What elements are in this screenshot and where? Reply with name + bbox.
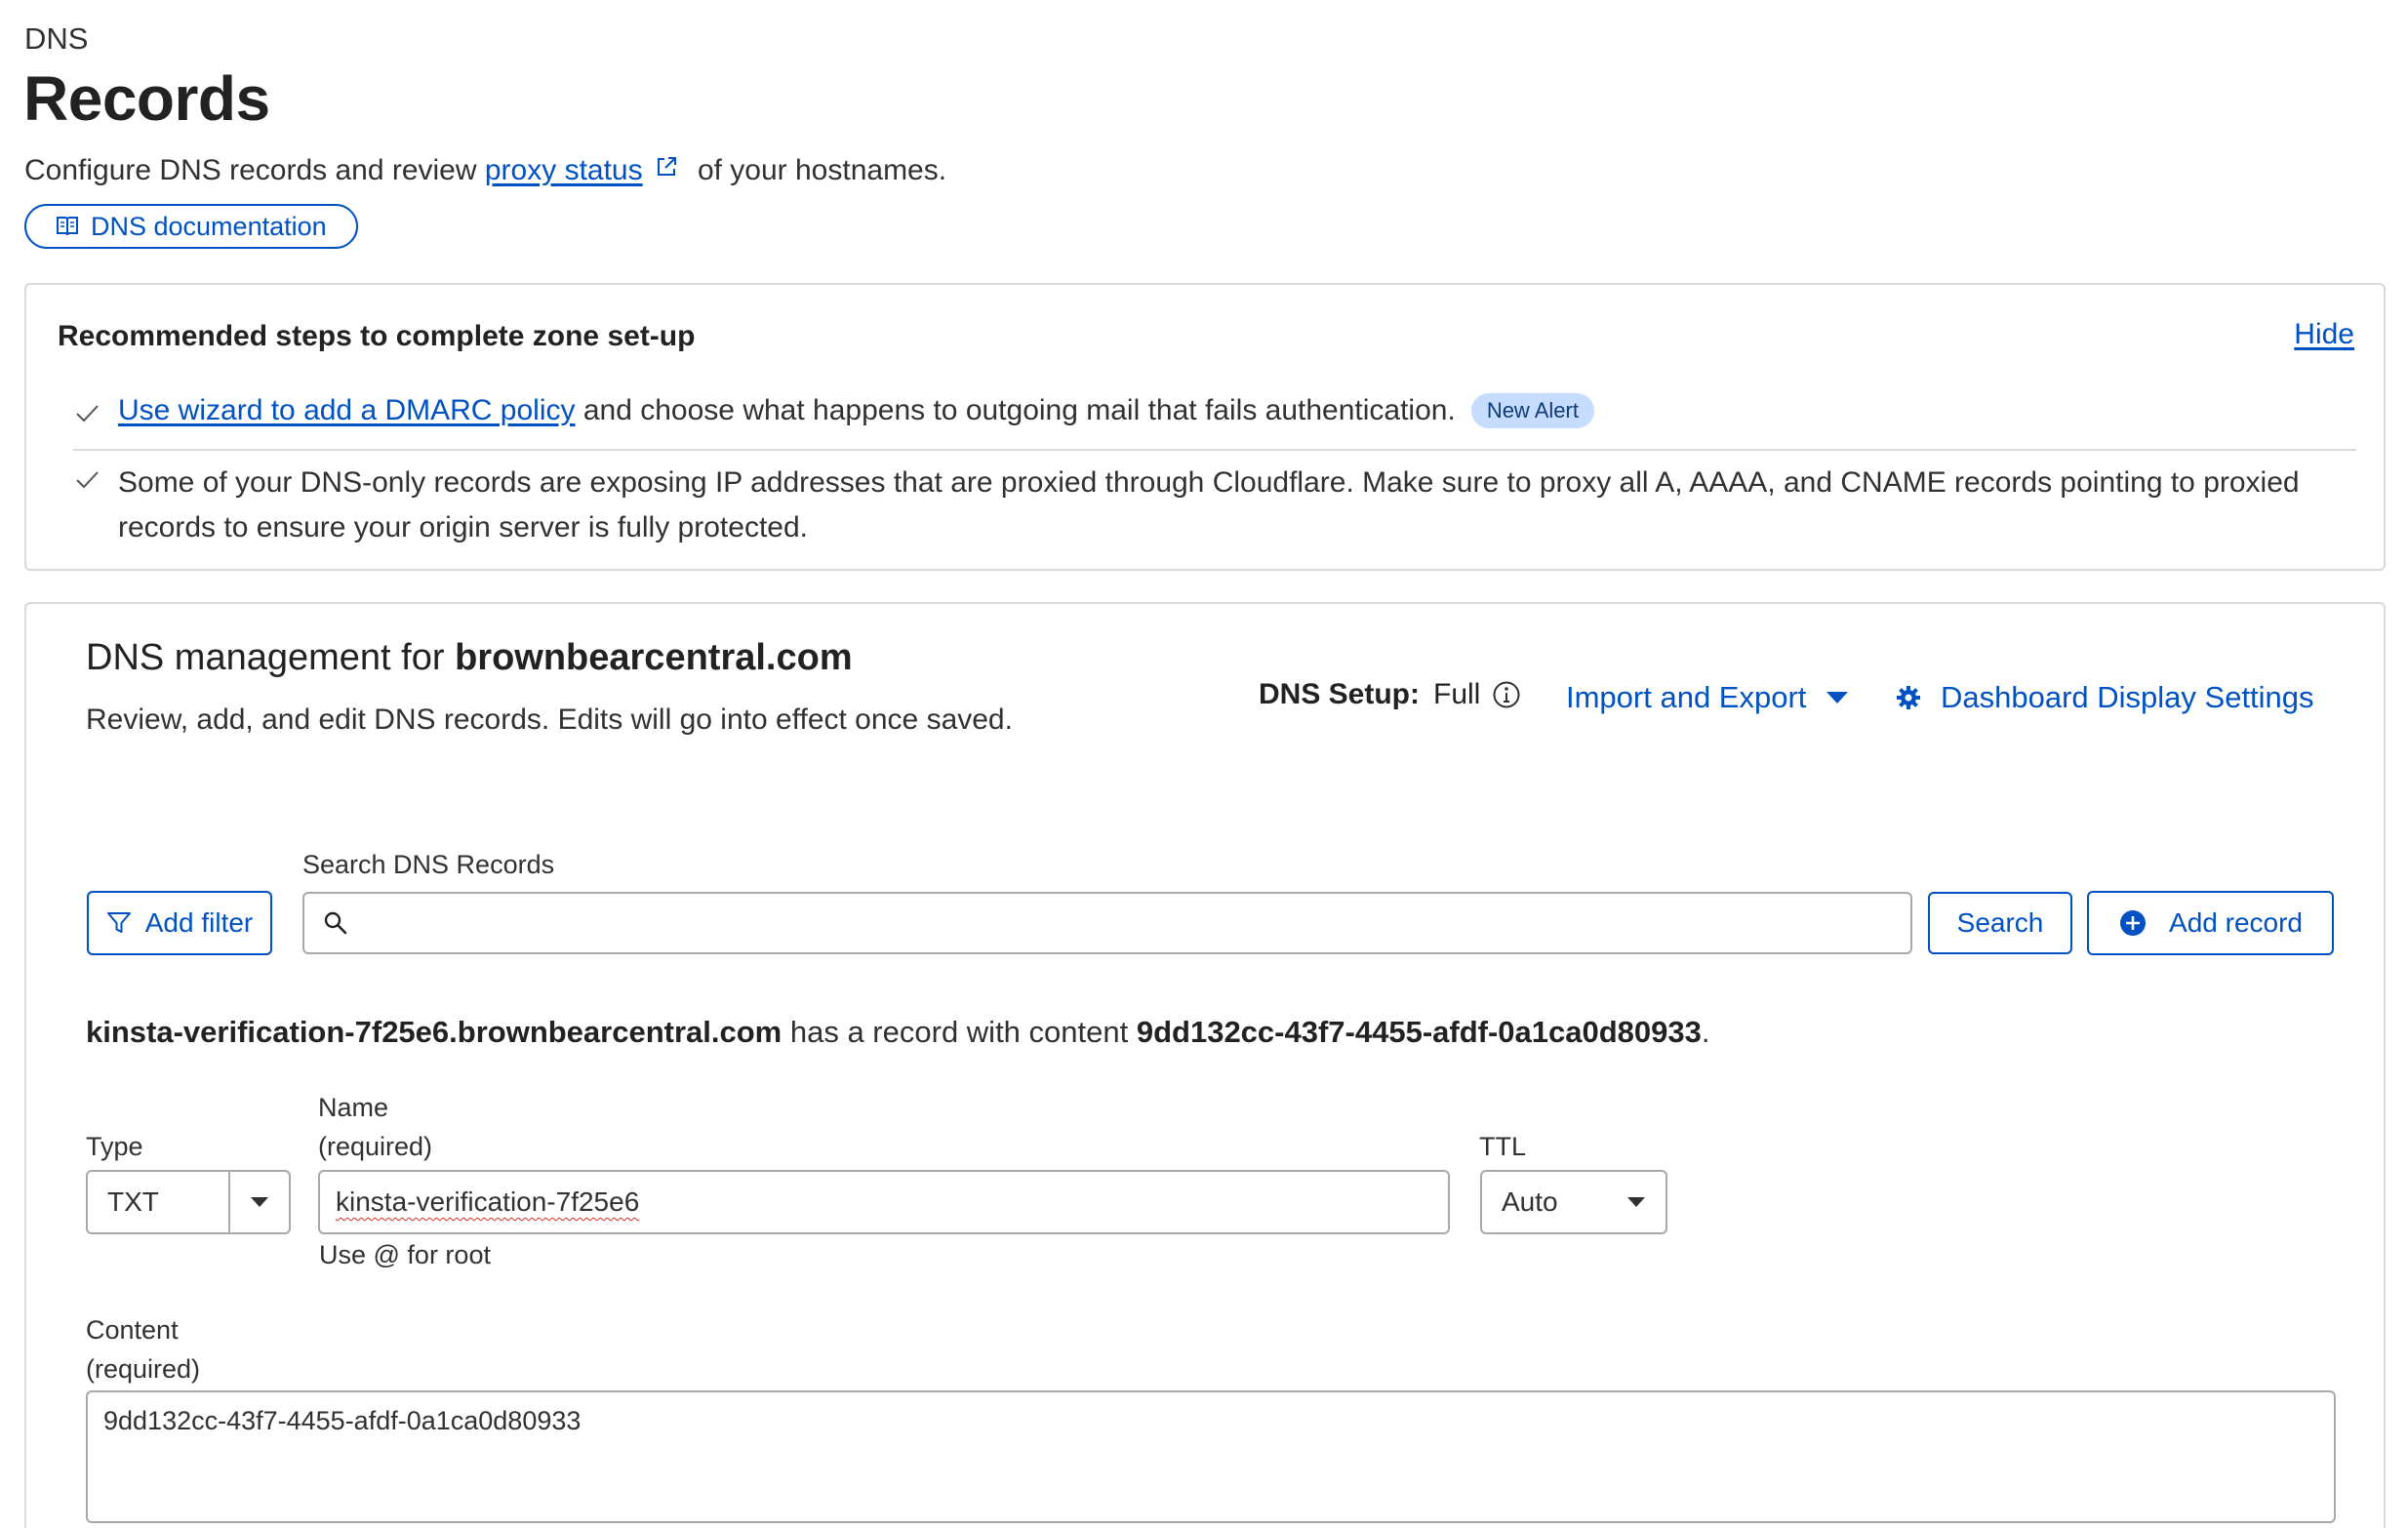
ttl-select-value: Auto (1502, 1186, 1558, 1217)
search-dns-records-label: Search DNS Records (302, 850, 555, 879)
page-title: Records (23, 63, 270, 134)
search-button[interactable]: Search (1928, 892, 2072, 954)
dashboard-display-settings-label: Dashboard Display Settings (1941, 680, 2314, 714)
check-icon (76, 471, 99, 489)
info-icon[interactable] (1492, 680, 1521, 709)
record-summary-end: . (1701, 1015, 1710, 1049)
recommended-steps-card: Recommended steps to complete zone set-u… (24, 283, 2386, 571)
dmarc-wizard-link[interactable]: Use wizard to add a DMARC policy (118, 394, 576, 426)
add-filter-label: Add filter (144, 907, 254, 938)
recommended-steps-title: Recommended steps to complete zone set-u… (58, 320, 696, 352)
name-label: Name (required) (318, 1088, 432, 1166)
zone-domain: brownbearcentral.com (455, 637, 853, 678)
dns-management-title-prefix: DNS management for (86, 637, 456, 678)
search-icon (324, 911, 347, 935)
gear-icon (1897, 686, 1920, 709)
page-description-text: Configure DNS records and review (24, 154, 485, 186)
dns-documentation-label: DNS documentation (91, 211, 327, 241)
plus-circle-icon (2120, 910, 2147, 936)
name-required-text: (required) (318, 1132, 433, 1161)
import-export-dropdown[interactable]: Import and Export (1566, 680, 1849, 715)
type-select-toggle[interactable] (228, 1172, 289, 1232)
caret-down-icon (251, 1197, 268, 1207)
name-input[interactable]: kinsta-verification-7f25e6 (318, 1170, 1450, 1234)
recommended-step-dmarc: Use wizard to add a DMARC policy and cho… (73, 393, 2337, 430)
hide-link[interactable]: Hide (2294, 318, 2354, 351)
book-icon (57, 217, 78, 236)
dns-management-card: DNS management for brownbearcentral.com … (24, 602, 2386, 1528)
type-select-value: TXT (107, 1186, 159, 1217)
search-dns-records-input-wrapper[interactable] (302, 892, 1912, 954)
type-select[interactable]: TXT (86, 1170, 291, 1234)
content-label-text: Content (86, 1315, 179, 1345)
record-summary-host: kinsta-verification-7f25e6.brownbearcent… (86, 1015, 783, 1049)
dns-management-description: Review, add, and edit DNS records. Edits… (86, 704, 1013, 736)
dns-setup-value: Full (1433, 678, 1481, 710)
record-summary-middle: has a record with content (782, 1015, 1137, 1049)
ttl-select[interactable]: Auto (1480, 1170, 1667, 1234)
content-textarea-value: 9dd132cc-43f7-4455-afdf-0a1ca0d80933 (103, 1406, 582, 1435)
external-link-icon[interactable] (655, 155, 678, 179)
record-summary-content: 9dd132cc-43f7-4455-afdf-0a1ca0d80933 (1136, 1015, 1702, 1049)
dns-documentation-button[interactable]: DNS documentation (24, 204, 358, 249)
dns-management-title: DNS management for brownbearcentral.com (86, 637, 853, 679)
content-required-text: (required) (86, 1354, 201, 1384)
dns-setup-status: DNS Setup: Full (1259, 678, 1521, 711)
name-input-value: kinsta-verification-7f25e6 (336, 1186, 640, 1217)
type-label: Type (86, 1132, 143, 1161)
dashboard-display-settings-button[interactable]: Dashboard Display Settings (1896, 680, 2314, 715)
add-record-button[interactable]: Add record (2087, 891, 2334, 955)
breadcrumb: DNS (24, 21, 89, 56)
divider (73, 449, 2356, 451)
record-summary: kinsta-verification-7f25e6.brownbearcent… (86, 1015, 1710, 1050)
dmarc-step-text: and choose what happens to outgoing mail… (575, 394, 1456, 426)
ttl-label: TTL (1479, 1132, 1527, 1161)
proxy-status-link[interactable]: proxy status (485, 154, 643, 187)
name-label-text: Name (318, 1093, 389, 1122)
import-export-label: Import and Export (1566, 680, 1807, 714)
content-label: Content (required) (86, 1310, 200, 1388)
caret-down-icon (1826, 692, 1849, 704)
add-filter-button[interactable]: Add filter (87, 891, 272, 955)
proxy-step-text: Some of your DNS-only records are exposi… (118, 466, 2300, 543)
page-description-text-end: of your hostnames. (689, 154, 947, 186)
name-help-text: Use @ for root (319, 1240, 491, 1269)
new-alert-badge: New Alert (1470, 393, 1594, 428)
content-textarea[interactable]: 9dd132cc-43f7-4455-afdf-0a1ca0d80933 (86, 1390, 2336, 1523)
recommended-step-proxy: Some of your DNS-only records are exposi… (73, 461, 2347, 550)
search-dns-records-input[interactable] (361, 907, 1910, 939)
caret-down-icon (1627, 1197, 1645, 1207)
page-description: Configure DNS records and review proxy s… (24, 154, 946, 187)
dns-setup-label: DNS Setup: (1259, 678, 1420, 710)
add-record-label: Add record (2169, 907, 2303, 938)
check-icon (76, 405, 99, 422)
filter-icon (106, 912, 131, 933)
